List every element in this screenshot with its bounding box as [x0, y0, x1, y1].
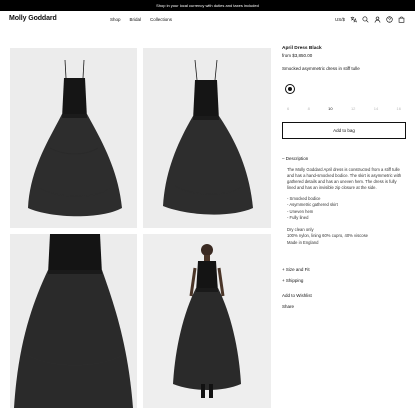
size-option[interactable]: 8 — [308, 106, 310, 111]
main-nav: Shop Bridal Collections — [110, 17, 172, 22]
description-toggle[interactable]: – Description — [282, 156, 308, 162]
translate-icon[interactable] — [350, 16, 357, 23]
description-text: The Molly Goddard April dress is constru… — [287, 167, 402, 190]
nav-collections[interactable]: Collections — [150, 17, 172, 22]
share-link[interactable]: Share — [282, 304, 294, 310]
product-title: April Dress Black — [282, 46, 322, 51]
dress-front-illustration — [10, 48, 137, 228]
description-body: The Molly Goddard April dress is constru… — [287, 167, 405, 246]
add-to-bag-button[interactable]: Add to bag — [282, 122, 406, 139]
nav-bridal[interactable]: Bridal — [130, 17, 142, 22]
dress-detail-illustration — [10, 234, 137, 408]
site-logo[interactable]: Molly Goddard — [9, 15, 57, 22]
help-icon[interactable] — [386, 16, 393, 23]
size-option[interactable]: 12 — [351, 106, 355, 111]
search-icon[interactable] — [362, 16, 369, 23]
shipping-label: Shipping — [285, 278, 304, 283]
product-info: April Dress Black from $3,850.00 Smocked… — [282, 46, 406, 309]
product-price: from $3,850.00 — [282, 53, 313, 59]
product-image-front[interactable] — [10, 48, 137, 228]
dress-back-illustration — [143, 48, 271, 228]
size-fit-toggle[interactable]: + Size and Fit — [282, 267, 310, 273]
collapse-icon: – — [282, 156, 285, 161]
shipping-toggle[interactable]: + Shipping — [282, 278, 303, 284]
care-list: Dry clean only 100% nylon, lining 60% cu… — [287, 227, 405, 247]
product-image-model[interactable] — [143, 234, 271, 408]
product-subtitle: Smocked asymmetric dress in stiff tulle — [282, 65, 360, 71]
product-image-back[interactable] — [143, 48, 271, 228]
care-item: Made in England — [287, 239, 319, 245]
size-option-selected[interactable]: 10 — [328, 106, 332, 111]
product-image-detail[interactable] — [10, 234, 137, 408]
size-option[interactable]: 16 — [397, 106, 401, 111]
feature-item: - Fully lined — [287, 215, 309, 220]
size-fit-label: Size and Fit — [285, 267, 310, 272]
site-header: Molly Goddard Shop Bridal Collections US… — [0, 11, 415, 29]
size-option[interactable]: 6 — [287, 106, 289, 111]
currency-selector[interactable]: US/$ — [335, 17, 345, 22]
model-illustration — [143, 234, 271, 408]
size-selector: 6 8 10 12 14 16 — [282, 106, 406, 111]
header-actions: US/$ — [335, 16, 405, 23]
add-to-wishlist-link[interactable]: Add to Wishlist — [282, 293, 312, 299]
nav-shop[interactable]: Shop — [110, 17, 121, 22]
account-icon[interactable] — [374, 16, 381, 23]
bag-icon[interactable] — [398, 16, 405, 23]
currency-banner: Shop in your local currency with duties … — [0, 0, 415, 11]
color-swatch-black[interactable] — [285, 84, 295, 94]
expand-icon: + — [282, 267, 285, 272]
feature-list: - Smocked bodice - Asymmetric gathered s… — [287, 196, 405, 222]
size-option[interactable]: 14 — [374, 106, 378, 111]
expand-icon: + — [282, 278, 285, 283]
description-label: Description — [285, 156, 309, 161]
